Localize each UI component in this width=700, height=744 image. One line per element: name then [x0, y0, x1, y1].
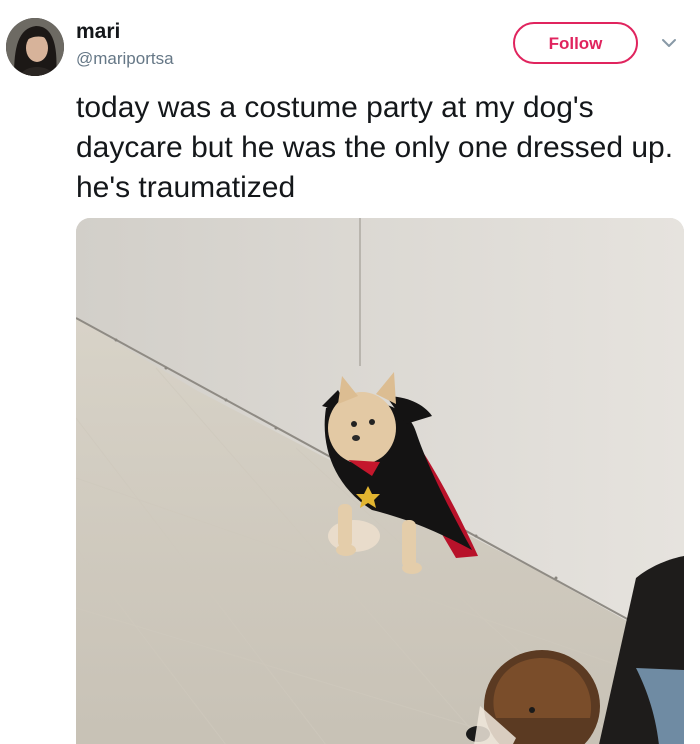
follow-button[interactable]: Follow [513, 22, 638, 64]
avatar[interactable] [6, 18, 64, 76]
chevron-down-icon[interactable] [660, 36, 678, 50]
display-name[interactable]: mari [76, 20, 120, 44]
tweet-photo[interactable] [76, 218, 684, 744]
user-handle[interactable]: @mariportsa [76, 49, 174, 69]
tweet-card: mari @mariportsa Follow today was a cost… [0, 0, 700, 744]
tweet-text: today was a costume party at my dog's da… [76, 91, 674, 204]
